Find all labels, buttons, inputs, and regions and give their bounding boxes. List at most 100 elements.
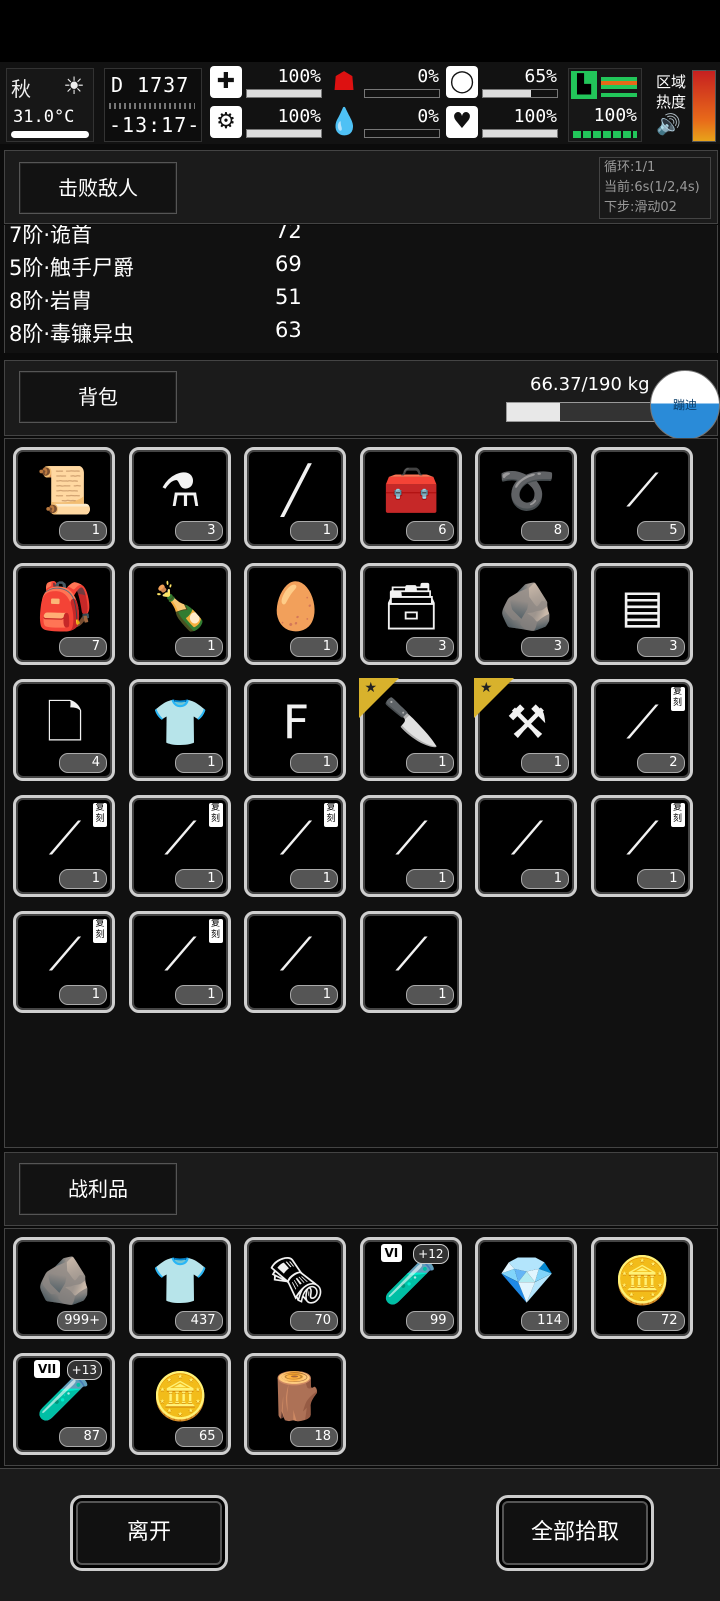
heart-icon: ♥: [446, 106, 478, 138]
item-count: 1: [405, 753, 454, 773]
stat-value: 100%: [277, 106, 321, 127]
tier-badge: VII: [34, 1360, 61, 1378]
enemy-row: 8阶·毒镰异虫 63: [9, 318, 709, 350]
spear-icon: ⟋: [510, 811, 544, 865]
backpack-slot[interactable]: ➰ 8: [475, 447, 577, 549]
season-label: 秋: [11, 77, 31, 101]
hook-spear-icon: ⟋: [279, 927, 313, 981]
stamina-panel: ▙ 100%: [568, 68, 642, 142]
item-count: 7: [59, 637, 107, 657]
leave-button[interactable]: 离开: [70, 1495, 228, 1571]
cloth-icon: ▤: [620, 579, 665, 633]
loot-slot[interactable]: 🪵 18: [244, 1353, 346, 1455]
stamina-bar: [573, 131, 637, 138]
enemy-list[interactable]: 7阶·诡首 72 5阶·触手尸爵 69 8阶·岩胄 51 8阶·毒镰异虫 63: [4, 225, 718, 353]
pickup-all-button[interactable]: 全部拾取: [496, 1495, 654, 1571]
loot-slot[interactable]: 🗞 70: [244, 1237, 346, 1339]
item-count: 5: [636, 521, 685, 541]
backpack-slot[interactable]: 🔪 ★ 1: [358, 678, 462, 781]
sun-icon: ☀: [63, 72, 85, 100]
backpack-slot[interactable]: ⟋ 复刻 1: [244, 795, 346, 897]
backpack-slot[interactable]: ⟋ 复刻 1: [13, 911, 115, 1013]
backpack-slot[interactable]: 🥚 1: [244, 563, 346, 665]
gold-coil-icon: 🪙: [613, 1253, 672, 1307]
spear-icon: ⟋: [626, 811, 659, 865]
backpack-slot[interactable]: ⟋ 5: [590, 447, 693, 549]
upgrade-badge: +12: [413, 1244, 449, 1264]
backpack-slot[interactable]: ⚗ 3: [128, 447, 231, 549]
item-count: 8: [521, 521, 569, 541]
backpack-slot[interactable]: ⟋ 1: [359, 911, 462, 1013]
item-count: 1: [290, 753, 338, 773]
loot-header: 战利品: [4, 1152, 718, 1226]
enemy-count: 72: [275, 225, 302, 243]
backpack-slot[interactable]: ⟋ 1: [475, 795, 577, 897]
replica-tag: 复刻: [93, 919, 107, 943]
clock-panel: D 1737 -13:17-: [104, 68, 202, 142]
loot-tab[interactable]: 战利品: [19, 1163, 177, 1215]
stomach-icon: ☗: [332, 67, 356, 97]
backpack-slot[interactable]: 🧰 6: [359, 447, 462, 549]
backpack-slot[interactable]: ⟋ 复刻 1: [128, 795, 231, 897]
backpack-slot[interactable]: ⚒ ★ 1: [474, 678, 577, 781]
backpack-slot[interactable]: ▤ 3: [590, 563, 693, 665]
ore-icon: 🪨: [498, 579, 556, 633]
temperature-bar: [11, 131, 89, 138]
tool-bag-icon: 🎒: [36, 579, 94, 633]
loot-slot[interactable]: 🧪 VI +12 99: [359, 1237, 462, 1339]
stat-heart: ♥ 100%: [446, 106, 561, 140]
item-count: 3: [636, 637, 685, 657]
stat-tooth: ◯ 65%: [446, 66, 561, 100]
enemy-count: 69: [275, 252, 302, 276]
enemy-row: 7阶·诡首 72: [9, 225, 709, 251]
stat-value: 100%: [277, 66, 321, 87]
stat-bar: [364, 89, 440, 98]
scroll-icon: 📜: [36, 463, 94, 517]
backpack-tab[interactable]: 背包: [19, 371, 177, 423]
heat-gauge: [692, 70, 716, 142]
zone-heat-panel[interactable]: 区域热度 🔊: [650, 68, 716, 142]
backpack-slot[interactable]: F1: [244, 679, 346, 781]
bouncy-float-button[interactable]: 蹦迪: [650, 370, 720, 440]
backpack-slot[interactable]: ╱ 1: [244, 447, 346, 549]
stat-value: 100%: [513, 106, 557, 127]
item-count: 1: [521, 869, 569, 889]
backpack-slot[interactable]: 🎒 7: [13, 563, 115, 665]
backpack-slot[interactable]: ⟋ 复刻 1: [128, 911, 231, 1013]
backpack-slot[interactable]: ⟋ 1: [244, 911, 346, 1013]
speaker-icon[interactable]: 🔊: [656, 112, 681, 136]
backpack-slot[interactable]: ⟋ 1: [359, 795, 462, 897]
backpack-slot[interactable]: 🗋 4: [13, 679, 115, 781]
backpack-slot[interactable]: 👕 1: [128, 679, 231, 781]
loot-slot[interactable]: 🪙 72: [590, 1237, 693, 1339]
backpack-slot[interactable]: 📜 1: [13, 447, 115, 549]
log-line: 循环:1/1: [604, 160, 656, 175]
loot-slot[interactable]: 🧪 VII +13 87: [13, 1353, 115, 1455]
spear-icon: ⟋: [395, 811, 428, 865]
item-count: 1: [290, 637, 338, 657]
backpack-slot[interactable]: 🗃 3: [359, 563, 462, 665]
gold-crystal-icon: 💎: [498, 1253, 556, 1307]
item-count: 87: [59, 1427, 107, 1447]
season-temperature-panel: 秋 ☀ 31.0°C: [6, 68, 94, 142]
backpack-slot[interactable]: ⟋ 复刻 1: [13, 795, 115, 897]
temperature-value: 31.0°C: [13, 107, 75, 127]
brain-icon: ⚙: [210, 106, 242, 138]
defeated-enemies-tab[interactable]: 击败敌人: [19, 162, 177, 214]
replica-tag: 复刻: [670, 687, 685, 711]
stat-bar: [364, 129, 440, 138]
item-count: 99: [405, 1311, 454, 1331]
item-count: 1: [290, 521, 338, 541]
stat-medkit: ✚ 100%: [210, 66, 325, 100]
loot-slot[interactable]: 🪙 65: [128, 1353, 231, 1455]
loot-slot[interactable]: 👕 437: [128, 1237, 231, 1339]
backpack-slot[interactable]: 🪨 3: [475, 563, 577, 665]
backpack-slot[interactable]: ⟋ 复刻 1: [590, 795, 693, 897]
stat-bar: [246, 89, 322, 98]
backpack-slot[interactable]: 🍾 1: [128, 563, 231, 665]
backpack-slot[interactable]: ⟋ 复刻 2: [590, 679, 693, 781]
item-count: 1: [405, 869, 454, 889]
loot-slot[interactable]: 💎 114: [475, 1237, 577, 1339]
loot-slot[interactable]: 🪨 999+: [13, 1237, 115, 1339]
item-count: 4: [59, 753, 107, 773]
